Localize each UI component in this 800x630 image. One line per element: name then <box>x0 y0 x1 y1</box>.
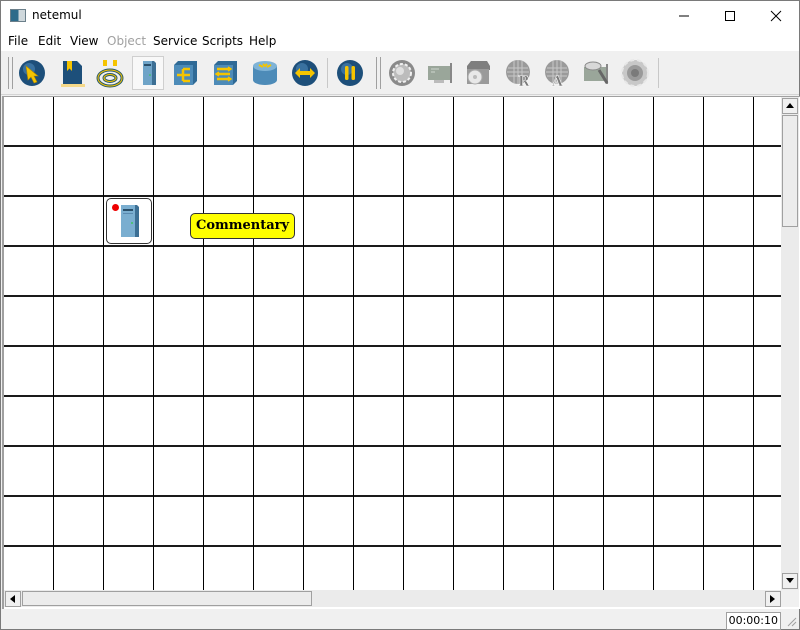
maximize-button[interactable] <box>707 1 753 31</box>
switch-icon <box>214 61 237 85</box>
arrow-up-icon <box>786 103 794 108</box>
move-tool-button[interactable] <box>289 56 321 90</box>
add-switch-button[interactable] <box>209 56 241 90</box>
network-card-icon <box>428 63 452 83</box>
app-icon <box>10 9 26 22</box>
maximize-icon <box>725 11 735 21</box>
settings-button <box>386 56 418 90</box>
toolbar-grip[interactable] <box>8 57 13 89</box>
toolbar-separator <box>327 58 328 88</box>
sniffer-button <box>580 56 612 90</box>
scroll-corner <box>781 590 799 607</box>
add-hub-button[interactable] <box>169 56 201 90</box>
text-note-icon <box>61 61 85 87</box>
network-canvas-view: Commentary <box>2 96 800 609</box>
add-router-button[interactable] <box>249 56 281 90</box>
pause-icon <box>337 60 363 86</box>
toolbar-separator-2 <box>658 58 659 88</box>
programs-button <box>619 56 651 90</box>
scroll-up-button[interactable] <box>782 98 798 114</box>
horizontal-scroll-thumb[interactable] <box>22 591 312 606</box>
cable-icon <box>96 60 124 88</box>
title-bar: netemul <box>1 1 799 31</box>
close-icon <box>770 10 782 22</box>
arp-table-button: A <box>541 56 573 90</box>
menu-file[interactable]: File <box>8 34 28 48</box>
computer-icon <box>143 61 156 85</box>
svg-text:R: R <box>518 74 530 88</box>
menu-bar: File Edit View Object Service Scripts He… <box>1 31 799 51</box>
arrow-right-icon <box>770 595 775 603</box>
menu-scripts[interactable]: Scripts <box>202 34 243 48</box>
move-icon <box>292 60 318 86</box>
computer-device[interactable] <box>106 198 152 244</box>
pause-button[interactable] <box>334 56 366 90</box>
settings-gear-icon <box>389 60 415 86</box>
scroll-left-button[interactable] <box>5 591 21 607</box>
select-tool-button[interactable] <box>16 56 48 90</box>
menu-service[interactable]: Service <box>153 34 197 48</box>
add-comment-button[interactable] <box>56 56 88 90</box>
hub-icon <box>174 61 197 85</box>
horizontal-scrollbar[interactable] <box>4 590 781 607</box>
app-window: netemul File Edit View Object Service Sc… <box>0 0 800 630</box>
disk-icon <box>467 61 490 85</box>
card-inspect-icon <box>584 61 609 84</box>
scroll-right-button[interactable] <box>765 591 781 607</box>
simulation-timer: 00:00:10 <box>725 612 781 630</box>
window-title: netemul <box>32 8 82 22</box>
computer-icon <box>121 205 139 237</box>
add-computer-button[interactable] <box>132 56 164 90</box>
programs-gear-icon <box>621 59 649 87</box>
scroll-down-button[interactable] <box>782 573 798 589</box>
close-button[interactable] <box>753 1 799 31</box>
comment-note[interactable]: Commentary <box>190 213 296 239</box>
install-program-button <box>462 56 494 90</box>
vertical-scrollbar[interactable] <box>781 97 799 590</box>
add-cable-button[interactable] <box>94 56 126 90</box>
pointer-icon <box>19 60 45 86</box>
minimize-icon <box>679 15 689 17</box>
arp-table-icon: A <box>545 60 569 88</box>
toolbar-grip-2[interactable] <box>376 57 381 89</box>
svg-text:A: A <box>551 74 564 88</box>
router-icon <box>253 61 277 85</box>
interfaces-button <box>424 56 456 90</box>
minimize-button[interactable] <box>661 1 707 31</box>
vertical-scroll-thumb[interactable] <box>782 115 798 227</box>
menu-help[interactable]: Help <box>249 34 276 48</box>
arrow-down-icon <box>786 578 794 583</box>
status-bar: 00:00:10 <box>1 609 799 630</box>
arrow-left-icon <box>10 595 15 603</box>
menu-view[interactable]: View <box>70 34 98 48</box>
resize-grip-icon[interactable] <box>787 617 797 627</box>
menu-edit[interactable]: Edit <box>38 34 61 48</box>
routing-table-icon: R <box>506 60 530 88</box>
routing-table-button: R <box>502 56 534 90</box>
menu-object: Object <box>107 34 147 48</box>
network-canvas[interactable]: Commentary <box>4 97 781 590</box>
toolbar: R A <box>1 52 799 95</box>
